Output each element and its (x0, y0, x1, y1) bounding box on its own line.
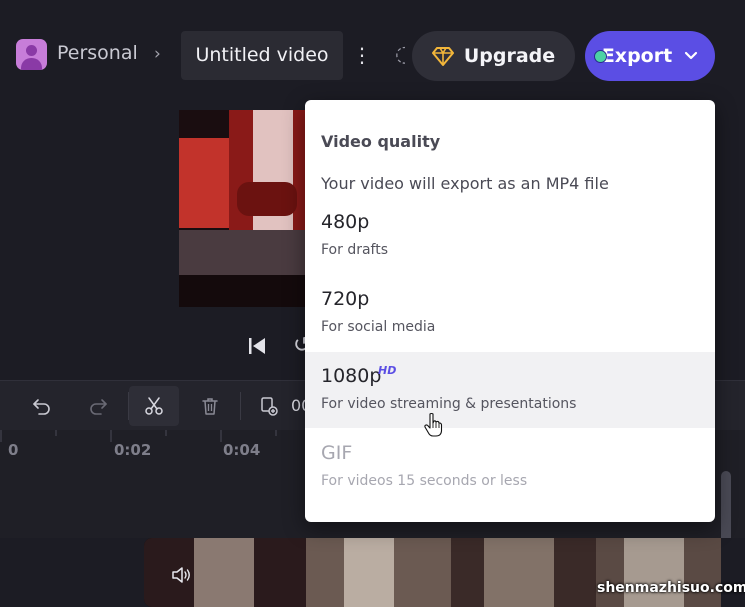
more-options-button[interactable]: ⋮ (352, 40, 372, 70)
video-clip[interactable] (144, 538, 721, 607)
skip-back-icon[interactable] (247, 336, 267, 356)
status-dot (594, 50, 607, 63)
menu-subheading: Your video will export as an MP4 file (321, 174, 609, 193)
option-720p[interactable]: 720p For social media (305, 275, 715, 351)
duplicate-button[interactable] (244, 386, 294, 426)
split-button[interactable] (129, 386, 179, 426)
ruler-label: 0 (8, 441, 19, 459)
export-label: Export (601, 45, 673, 67)
hand-cursor-icon (424, 412, 443, 437)
rewind-icon[interactable]: ↺ (293, 333, 305, 359)
video-title-field[interactable]: Untitled video (181, 31, 343, 80)
redo-button[interactable] (73, 386, 123, 426)
chevron-down-icon (685, 51, 698, 60)
option-480p[interactable]: 480p For drafts (305, 198, 715, 274)
upgrade-button[interactable]: Upgrade (412, 31, 575, 81)
toolbar-divider (240, 392, 241, 420)
ruler-label: 0:04 (223, 441, 261, 459)
speaker-icon[interactable] (170, 564, 192, 586)
option-1080p[interactable]: 1080p HD For video streaming & presentat… (305, 352, 715, 428)
export-quality-menu: Video quality Your video will export as … (305, 100, 715, 522)
option-label: GIF (321, 442, 353, 464)
avatar-body (21, 58, 42, 70)
preview-guitar (237, 182, 297, 216)
clip-thumbnail (484, 538, 554, 607)
option-description: For videos 15 seconds or less (321, 473, 528, 489)
option-description: For video streaming & presentations (321, 396, 577, 412)
option-label: 1080p (321, 365, 382, 387)
partial-header-icon: ◌ (395, 42, 405, 67)
video-preview[interactable] (179, 110, 307, 307)
time-readout: 00 (291, 396, 305, 415)
duplicate-icon (261, 397, 278, 416)
clip-thumbnail (344, 538, 394, 607)
menu-heading: Video quality (321, 132, 441, 151)
hd-badge: HD (378, 364, 397, 377)
avatar-icon[interactable] (16, 39, 47, 70)
trash-icon (202, 398, 218, 415)
option-description: For social media (321, 319, 436, 335)
option-description: For drafts (321, 242, 389, 258)
preview-crowd (179, 275, 307, 307)
clip-thumbnail (194, 538, 254, 607)
upgrade-label: Upgrade (463, 45, 556, 67)
workspace-name[interactable]: Personal (57, 42, 138, 64)
avatar-head (26, 45, 37, 56)
ruler-label: 0:02 (114, 441, 152, 459)
redo-icon (90, 399, 107, 415)
chevron-right-icon: › (154, 44, 161, 64)
diamond-icon (431, 47, 454, 66)
option-gif[interactable]: GIF For videos 15 seconds or less (305, 429, 715, 505)
delete-button[interactable] (185, 386, 235, 426)
option-label: 720p (321, 288, 370, 310)
undo-icon (33, 399, 50, 415)
undo-button[interactable] (17, 386, 67, 426)
option-label: 480p (321, 211, 370, 233)
watermark-text: shenmazhisuo.com (597, 580, 745, 596)
scissors-icon (145, 397, 163, 415)
clip-thumbnail (624, 538, 684, 607)
